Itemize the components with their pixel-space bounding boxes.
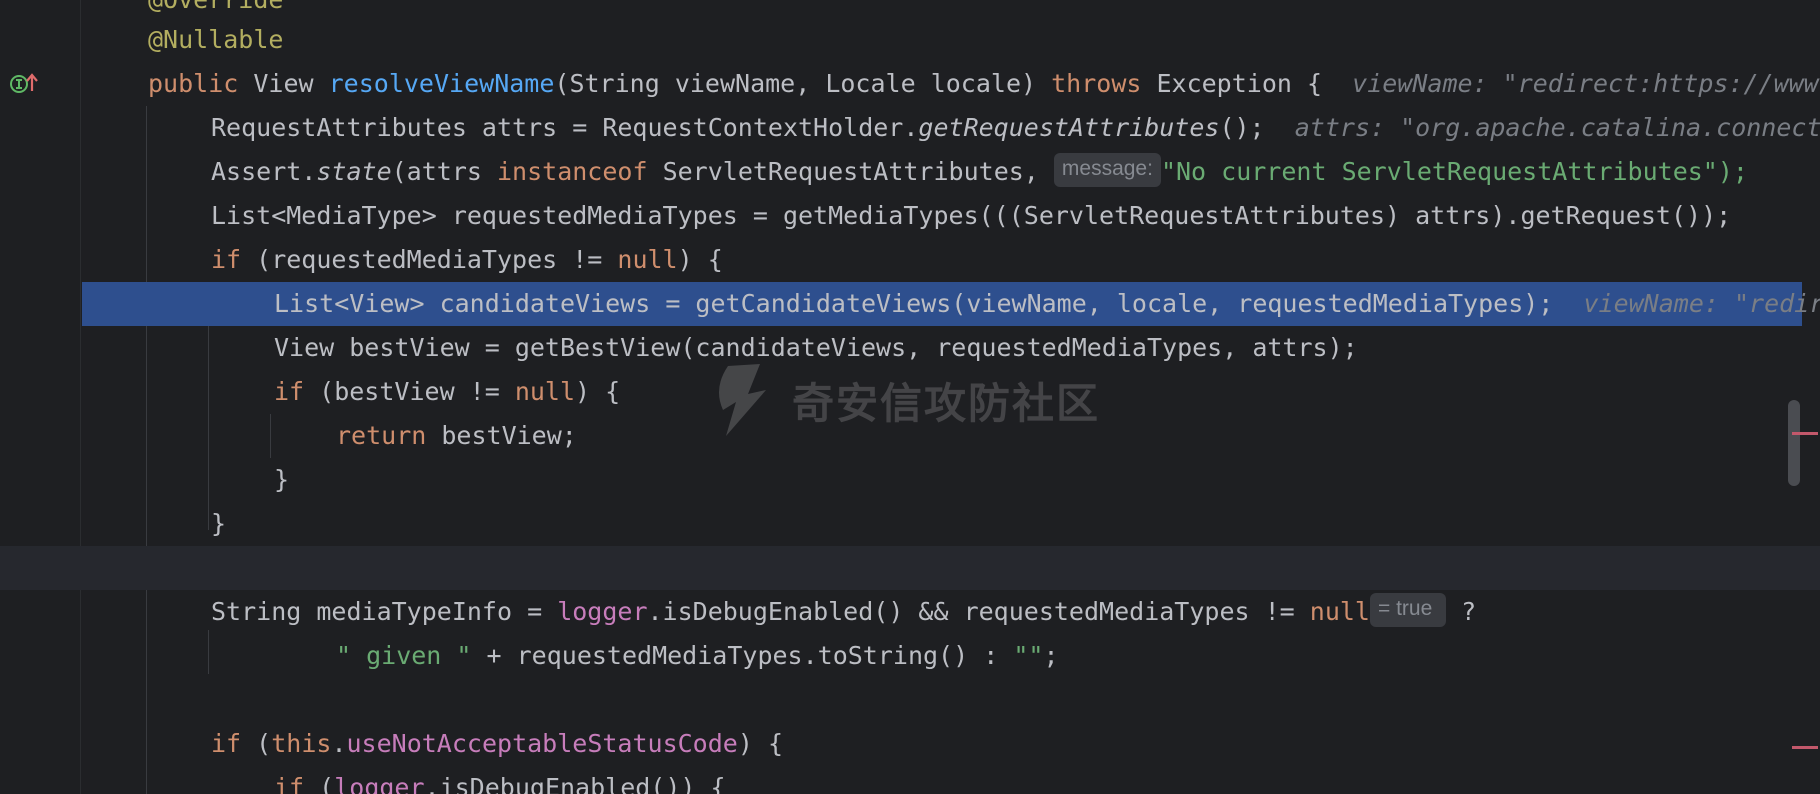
code-line[interactable] [0, 546, 1820, 590]
code-token: ServletRequestAttributes, [662, 157, 1054, 186]
code-line[interactable]: @Nullable [0, 18, 1800, 62]
code-line[interactable]: if (requestedMediaTypes != null) { [0, 238, 1800, 282]
code-token: (bestView != [319, 377, 515, 406]
code-token: String mediaTypeInfo = [211, 597, 558, 626]
inlay-hint: attrs: "org.apache.catalina.connector.Re… [1294, 113, 1820, 142]
code-line[interactable]: if (bestView != null) { [0, 370, 1800, 414]
code-token: null [1309, 597, 1370, 626]
code-token: (requestedMediaTypes != [256, 245, 618, 274]
code-line-text: List<View> candidateViews = getCandidate… [274, 282, 1820, 326]
code-line-text: RequestAttributes attrs = RequestContext… [211, 106, 1820, 150]
code-token: null [514, 377, 576, 406]
parameter-hint: = true [1369, 593, 1447, 627]
code-token: @Override [148, 0, 283, 14]
code-token: this [271, 729, 332, 758]
code-token: null [617, 245, 678, 274]
code-token: } [211, 509, 227, 538]
code-token: List<MediaType> requestedMediaTypes = ge… [211, 201, 1732, 230]
code-token: instanceof [496, 157, 663, 186]
code-line-text: String mediaTypeInfo = logger.isDebugEna… [211, 590, 1476, 634]
code-line[interactable]: View bestView = getBestView(candidateVie… [0, 326, 1800, 370]
parameter-hint: message: [1053, 153, 1161, 187]
code-token: "" [1013, 641, 1044, 670]
code-line-text: } [274, 458, 289, 502]
code-line-text: } [211, 502, 226, 546]
code-token: (attrs [391, 157, 497, 186]
code-line-text: Assert.state(attrs instanceof ServletReq… [211, 150, 1748, 194]
code-token: ) { [737, 729, 783, 758]
code-line[interactable]: List<View> candidateViews = getCandidate… [82, 282, 1820, 326]
code-line-text: if (bestView != null) { [274, 370, 620, 414]
code-token: ) { [575, 377, 621, 406]
vertical-scrollbar-thumb[interactable] [1788, 400, 1800, 486]
code-token: ) { [677, 245, 723, 274]
code-line-text: public View resolveViewName(String viewN… [148, 62, 1820, 106]
code-line[interactable]: } [0, 458, 1800, 502]
error-stripe-marker[interactable] [1792, 432, 1818, 435]
code-token: ; [1043, 641, 1059, 670]
code-token: " given " [336, 641, 472, 670]
code-line-text: List<MediaType> requestedMediaTypes = ge… [211, 194, 1731, 238]
code-token: Assert. [211, 157, 317, 186]
error-stripe-marker[interactable] [1792, 746, 1818, 749]
code-token: + requestedMediaTypes.toString() : [471, 641, 1014, 670]
code-token: if [274, 377, 320, 406]
code-token: public [148, 69, 254, 98]
code-token: .isDebugEnabled()) { [424, 773, 726, 794]
code-line[interactable] [0, 678, 1800, 722]
code-token: } [274, 465, 290, 494]
code-line-text: if (this.useNotAcceptableStatusCode) { [211, 722, 783, 766]
code-line[interactable]: RequestAttributes attrs = RequestContext… [0, 106, 1820, 150]
code-token: bestView; [441, 421, 577, 450]
code-token: getRequestAttributes [918, 113, 1220, 142]
code-line[interactable]: public View resolveViewName(String viewN… [0, 62, 1820, 106]
code-line[interactable]: " given " + requestedMediaTypes.toString… [0, 634, 1800, 678]
code-line-text: if (logger.isDebugEnabled()) { [274, 766, 726, 794]
code-token: (); [1219, 113, 1295, 142]
code-token: if [274, 773, 320, 794]
code-token: ( [256, 729, 272, 758]
code-line-text: @Nullable [148, 18, 283, 62]
code-token: List<View> candidateViews = getCandidate… [274, 289, 1584, 318]
code-token: return [336, 421, 442, 450]
code-token: resolveViewName [328, 69, 555, 98]
code-token: useNotAcceptableStatusCode [346, 729, 738, 758]
code-token: "No current ServletRequestAttributes"); [1160, 157, 1748, 186]
code-token: Exception { [1156, 69, 1353, 98]
code-token: ? [1446, 597, 1477, 626]
code-token: (String viewName, Locale locale) [554, 69, 1052, 98]
code-line[interactable]: return bestView; [0, 414, 1800, 458]
code-token: logger [334, 773, 425, 794]
code-token: .isDebugEnabled() && requestedMediaTypes… [647, 597, 1310, 626]
code-line[interactable]: if (logger.isDebugEnabled()) { [0, 766, 1800, 794]
code-line[interactable]: } [0, 502, 1800, 546]
code-token: RequestAttributes attrs = RequestContext… [211, 113, 919, 142]
code-token: throws [1051, 69, 1157, 98]
code-token: View [253, 69, 329, 98]
code-line[interactable]: List<MediaType> requestedMediaTypes = ge… [0, 194, 1800, 238]
code-line-text: View bestView = getBestView(candidateVie… [274, 326, 1358, 370]
code-token: state [316, 157, 392, 186]
code-line[interactable]: if (this.useNotAcceptableStatusCode) { [0, 722, 1800, 766]
code-line[interactable]: Assert.state(attrs instanceof ServletReq… [0, 150, 1800, 194]
code-token: @Nullable [148, 25, 284, 54]
code-line-text: return bestView; [336, 414, 577, 458]
code-editor[interactable]: @Override @Nullable public View resolveVie… [0, 0, 1820, 794]
inlay-hint: viewName: "redirect:https://www.baidu.co… [1352, 69, 1820, 98]
inlay-hint: viewName: "redirect:https://www.baidu.co… [1583, 289, 1820, 318]
code-token: View bestView = getBestView(candidateVie… [274, 333, 1358, 362]
code-token: ( [319, 773, 335, 794]
code-line[interactable]: String mediaTypeInfo = logger.isDebugEna… [0, 590, 1800, 634]
code-line-text: " given " + requestedMediaTypes.toString… [336, 634, 1059, 678]
code-token: . [331, 729, 347, 758]
code-token: logger [557, 597, 648, 626]
code-line-text: if (requestedMediaTypes != null) { [211, 238, 723, 282]
code-token: if [211, 729, 257, 758]
code-token: if [211, 245, 257, 274]
